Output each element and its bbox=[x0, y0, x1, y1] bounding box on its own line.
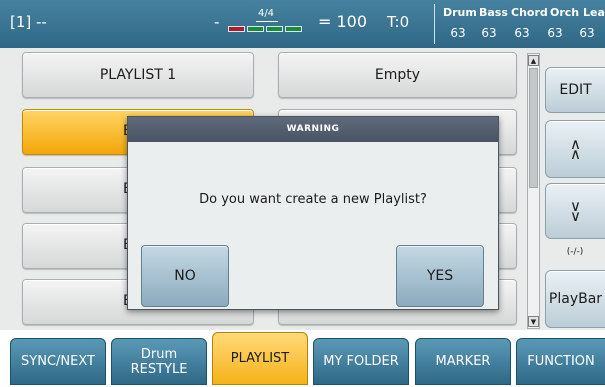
separator-dash: - bbox=[214, 13, 220, 31]
tab-label-line2: RESTYLE bbox=[130, 361, 188, 377]
tab-label: PLAYLIST bbox=[230, 351, 290, 366]
scroll-up-arrow-icon[interactable]: ▲ bbox=[528, 55, 539, 66]
tab-sync-next[interactable]: SYNC/NEXT bbox=[10, 338, 106, 385]
warning-dialog: WARNING Do you want create a new Playlis… bbox=[127, 116, 499, 310]
tab-label-line1: Drum bbox=[140, 346, 178, 362]
beat-indicator-2 bbox=[247, 26, 264, 32]
playbar-button-label: PlayBar bbox=[548, 291, 603, 307]
volume-value-chord: 63 bbox=[514, 26, 530, 40]
double-chevron-down-icon: ∨ ∨ bbox=[570, 197, 581, 225]
playlist-slot-label: PLAYLIST 1 bbox=[99, 67, 177, 83]
time-signature: 4/4 bbox=[257, 8, 275, 19]
edit-button-label: EDIT bbox=[559, 82, 592, 98]
header-divider bbox=[434, 4, 435, 44]
no-button-label: NO bbox=[174, 268, 196, 284]
volume-value-lead: 63 bbox=[579, 26, 595, 40]
tab-drum-restyle[interactable]: Drum RESTYLE bbox=[111, 338, 207, 385]
volume-label-drum: Drum bbox=[443, 6, 477, 19]
volume-value-bass: 63 bbox=[481, 26, 497, 40]
scrollbar-thumb[interactable] bbox=[529, 68, 538, 188]
tab-label: MY FOLDER bbox=[323, 354, 399, 369]
tempo-display: = 100 bbox=[318, 12, 368, 31]
dialog-title: WARNING bbox=[128, 117, 498, 142]
volume-label-lead: Lea bbox=[583, 6, 605, 19]
tab-label: MARKER bbox=[435, 354, 491, 369]
beat-indicator-3 bbox=[266, 26, 283, 32]
playbar-button[interactable]: PlayBar bbox=[545, 270, 605, 328]
tab-my-folder[interactable]: MY FOLDER bbox=[313, 338, 409, 385]
yes-button[interactable]: YES bbox=[396, 245, 484, 307]
song-indicator: [1] -- bbox=[10, 13, 47, 31]
tab-playlist[interactable]: PLAYLIST bbox=[212, 332, 308, 385]
volume-label-bass: Bass bbox=[479, 6, 508, 19]
page-indicator: (-/-) bbox=[566, 247, 584, 257]
tab-marker[interactable]: MARKER bbox=[415, 338, 511, 385]
bottom-tab-bar: SYNC/NEXT Drum RESTYLE PLAYLIST MY FOLDE… bbox=[0, 330, 605, 387]
playlist-slot-label: Empty bbox=[374, 67, 421, 83]
yes-button-label: YES bbox=[426, 268, 454, 284]
time-signature-underline bbox=[256, 21, 278, 22]
page-up-button[interactable]: ∧ ∧ bbox=[545, 120, 605, 178]
tab-function[interactable]: FUNCTION bbox=[516, 338, 605, 385]
no-button[interactable]: NO bbox=[141, 245, 229, 307]
tab-label: FUNCTION bbox=[527, 354, 595, 369]
page-down-button[interactable]: ∨ ∨ bbox=[545, 183, 605, 239]
scroll-down-arrow-icon[interactable]: ▼ bbox=[528, 316, 539, 327]
status-header: [1] -- - 4/4 = 100 T:0 Drum Bass Chord O… bbox=[0, 0, 605, 48]
transpose-display: T:0 bbox=[387, 13, 410, 31]
volume-label-chord: Chord bbox=[511, 6, 548, 19]
edit-button[interactable]: EDIT bbox=[545, 67, 605, 113]
playlist-scrollbar[interactable]: ▲ ▼ bbox=[527, 53, 540, 329]
tab-label: SYNC/NEXT bbox=[21, 354, 95, 369]
volume-value-orch: 63 bbox=[547, 26, 563, 40]
volume-label-orch: Orch bbox=[550, 6, 580, 19]
volume-value-drum: 63 bbox=[450, 26, 466, 40]
playlist-slot-2[interactable]: Empty bbox=[278, 52, 517, 98]
beat-meter: 4/4 bbox=[228, 8, 304, 40]
beat-indicator-1 bbox=[228, 26, 245, 32]
double-chevron-up-icon: ∧ ∧ bbox=[570, 135, 581, 163]
beat-indicator-4 bbox=[285, 26, 302, 32]
dialog-message: Do you want create a new Playlist? bbox=[199, 192, 427, 207]
playlist-slot-1[interactable]: PLAYLIST 1 bbox=[22, 52, 254, 98]
